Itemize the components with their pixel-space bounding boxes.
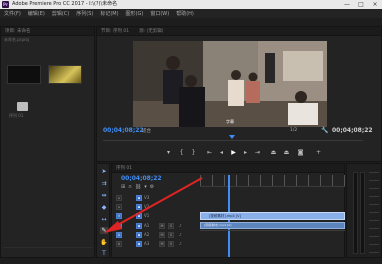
track-target-toggle[interactable]: ▪ — [136, 241, 142, 247]
microphone-icon[interactable]: ♪ — [179, 240, 182, 248]
step-back-icon[interactable]: ◂ — [218, 149, 225, 156]
menu-bar: 文件(F) 编辑(E) 剪辑(C) 序列(S) 标记(M) 图形(G) 窗口(W… — [0, 9, 382, 18]
menu-clip[interactable]: 剪辑(C) — [52, 10, 69, 17]
timeline-tabs: 序列 01 — [112, 164, 344, 173]
hand-tool-icon[interactable]: ✋ — [100, 239, 108, 246]
project-item-caption: 序列 01 — [9, 113, 24, 118]
meter-left — [353, 172, 358, 254]
minimize-button[interactable]: — — [340, 0, 354, 9]
mute-button[interactable]: M — [159, 241, 165, 247]
video-clip[interactable]: [视频素材].mp4 [V] — [200, 212, 345, 220]
step-forward-icon[interactable]: ▸ — [242, 149, 249, 156]
project-file-name: 未命名.prproj — [4, 37, 30, 42]
annotation-arrow — [104, 177, 203, 233]
time-ruler[interactable] — [200, 175, 345, 187]
menu-graphics[interactable]: 图形(G) — [126, 10, 144, 17]
video-frame[interactable]: 字幕 — [133, 41, 327, 127]
select-tool-icon[interactable]: ➤ — [100, 168, 108, 175]
mark-in-bracket-icon[interactable]: { — [178, 149, 185, 156]
add-icon[interactable]: + — [315, 149, 322, 156]
premiere-app-icon: Pr — [2, 1, 9, 8]
mark-in-icon[interactable]: ▾ — [165, 149, 172, 156]
menu-edit[interactable]: 编辑(E) — [28, 10, 45, 17]
maximize-button[interactable]: □ — [354, 0, 368, 9]
menu-sequence[interactable]: 序列(S) — [76, 10, 93, 17]
lift-icon[interactable]: ⏏ — [270, 149, 277, 156]
go-to-in-icon[interactable]: ⇤ — [206, 149, 213, 156]
go-to-out-icon[interactable]: ⇥ — [254, 149, 261, 156]
audio-meters — [346, 163, 382, 258]
track-header-a3: A ▪ A3 M S ♪ — [113, 240, 199, 248]
camera-icon[interactable]: ◙ — [297, 149, 304, 156]
program-timecode[interactable]: 00;04;08;22 — [103, 127, 144, 134]
mark-out-bracket-icon[interactable]: } — [190, 149, 197, 156]
tab-sequence[interactable]: 序列 01 — [116, 165, 132, 171]
fit-dropdown[interactable]: 适合 — [142, 128, 151, 134]
meter-scale — [369, 172, 379, 254]
program-tabs: 节目: 序列 01 源: (无剪辑) — [97, 27, 381, 36]
solo-button[interactable]: S — [168, 241, 174, 247]
video-scene — [133, 41, 327, 127]
project-item-thumbnail[interactable] — [48, 65, 82, 84]
tab-project[interactable]: 项目: 未命名 — [5, 28, 30, 34]
menu-help[interactable]: 帮助(H) — [176, 10, 194, 17]
audio-clip[interactable]: [音频素材].mp4 [A] — [200, 222, 345, 229]
sequence-icon[interactable] — [17, 102, 28, 111]
menu-window[interactable]: 窗口(W) — [150, 10, 169, 17]
menu-file[interactable]: 文件(F) — [4, 10, 21, 17]
title-bar: Adobe Premiere Pro CC 2017 - I:\(?)\未命名 — [0, 0, 382, 9]
source-patch-toggle[interactable]: A — [116, 241, 122, 247]
resolution-dropdown[interactable]: 1/2 — [290, 128, 297, 133]
project-panel: 项目: 未命名 未命名.prproj 序列 01 — [0, 26, 95, 258]
meter-right — [360, 172, 365, 254]
tab-source[interactable]: 源: (无剪辑) — [139, 28, 163, 34]
project-footer — [3, 247, 93, 255]
window-title: Adobe Premiere Pro CC 2017 - I:\(?)\未命名 — [12, 1, 118, 7]
menu-marker[interactable]: 标记(M) — [100, 10, 118, 17]
extract-icon[interactable]: ⏏ — [283, 149, 290, 156]
wrench-icon[interactable]: 🔧 — [321, 127, 328, 134]
play-icon[interactable]: ▶ — [230, 149, 237, 156]
type-tool-icon[interactable]: T — [100, 250, 108, 257]
video-subtitle: 字幕 — [226, 119, 234, 124]
project-item-thumbnail[interactable] — [7, 65, 41, 84]
project-tabs: 项目: 未命名 — [1, 27, 94, 36]
program-duration: 00;04;08;22 — [332, 127, 373, 134]
tab-program[interactable]: 节目: 序列 01 — [101, 28, 129, 34]
playhead-marker-icon[interactable] — [229, 135, 235, 139]
track-divider — [200, 230, 345, 231]
close-button[interactable]: × — [368, 0, 382, 9]
track-name: A3 — [144, 241, 150, 246]
